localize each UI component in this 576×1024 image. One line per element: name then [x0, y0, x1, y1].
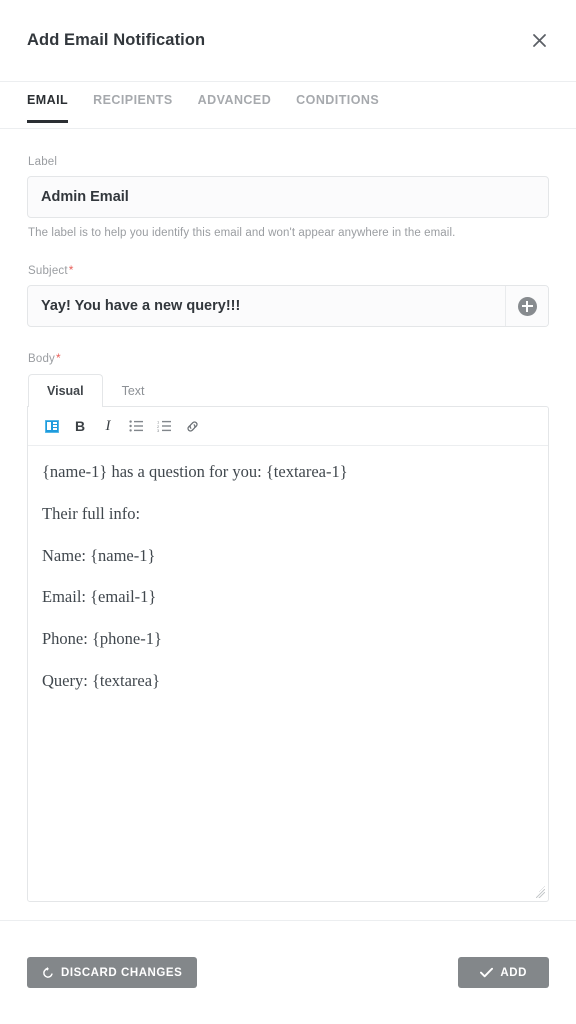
subject-field-group: Subject*	[27, 263, 549, 327]
discard-changes-label: DISCARD CHANGES	[61, 966, 183, 979]
plus-circle-icon	[517, 296, 537, 316]
label-field-help: The label is to help you identify this e…	[28, 227, 456, 239]
body-field-caption: Body*	[28, 351, 549, 365]
check-icon	[480, 967, 494, 978]
italic-icon[interactable]: I	[94, 413, 122, 439]
add-email-notification-panel: Add Email Notification EMAIL RECIPIENTS …	[0, 0, 576, 1024]
add-media-glyph	[45, 419, 59, 433]
label-input[interactable]	[27, 176, 549, 218]
bulleted-list-icon[interactable]	[122, 413, 150, 439]
subject-input-group	[27, 285, 549, 327]
link-icon[interactable]	[178, 413, 206, 439]
subject-label-text: Subject	[28, 265, 68, 277]
editor-resize-handle[interactable]	[533, 886, 545, 898]
subject-add-merge-tag-button[interactable]	[505, 286, 548, 326]
editor-paragraph: {name-1} has a question for you: {textar…	[42, 462, 348, 481]
editor-paragraph: Name: {name-1}	[42, 545, 156, 565]
editor-paragraph: Their full info:	[42, 503, 141, 523]
page-title: Add Email Notification	[27, 31, 206, 49]
panel-tabs: EMAIL RECIPIENTS ADVANCED CONDITIONS	[0, 82, 576, 129]
subject-field-caption: Subject*	[28, 263, 549, 277]
tab-recipients[interactable]: RECIPIENTS	[93, 92, 173, 123]
subject-input[interactable]	[28, 286, 505, 326]
editor-box: B I 1 2 3 {name-1} has a question for yo…	[27, 406, 549, 902]
bold-icon[interactable]: B	[66, 413, 94, 439]
panel-footer: DISCARD CHANGES ADD	[0, 920, 576, 1024]
add-button-label: ADD	[500, 966, 527, 979]
numbered-list-icon[interactable]: 1 2 3	[150, 413, 178, 439]
required-marker: *	[68, 263, 74, 277]
panel-header: Add Email Notification	[0, 0, 576, 82]
editor-content-area[interactable]: {name-1} has a question for you: {textar…	[28, 446, 548, 901]
editor-paragraph: Phone: {phone-1}	[42, 629, 162, 649]
editor-paragraph: Query: {textarea}	[42, 670, 160, 690]
body-label-text: Body	[28, 353, 56, 365]
required-marker: *	[56, 351, 61, 365]
panel-body: Label The label is to help you identify …	[0, 129, 576, 920]
tab-conditions[interactable]: CONDITIONS	[296, 92, 379, 123]
label-field-caption: Label	[28, 156, 58, 168]
editor-mode-tabs: Visual Text	[28, 373, 549, 407]
body-field-group: Body* Visual Text B I 1 2 3 {name-1} has…	[27, 351, 549, 902]
editor-paragraph: Email: {email-1}	[42, 587, 157, 607]
add-media-icon[interactable]	[38, 413, 66, 439]
rich-text-editor: Visual Text B I 1 2 3 {name-1} has a que…	[27, 373, 549, 902]
editor-toolbar: B I 1 2 3	[28, 407, 548, 446]
label-field-group: Label The label is to help you identify …	[27, 156, 549, 239]
tab-advanced[interactable]: ADVANCED	[198, 92, 272, 123]
tab-email[interactable]: EMAIL	[27, 92, 69, 123]
editor-tab-visual[interactable]: Visual	[28, 374, 103, 407]
editor-tab-text[interactable]: Text	[103, 374, 164, 407]
undo-icon	[43, 966, 53, 978]
discard-changes-button[interactable]: DISCARD CHANGES	[27, 957, 198, 988]
close-icon[interactable]	[526, 28, 552, 54]
add-button[interactable]: ADD	[458, 957, 549, 988]
svg-text:3: 3	[157, 428, 160, 432]
